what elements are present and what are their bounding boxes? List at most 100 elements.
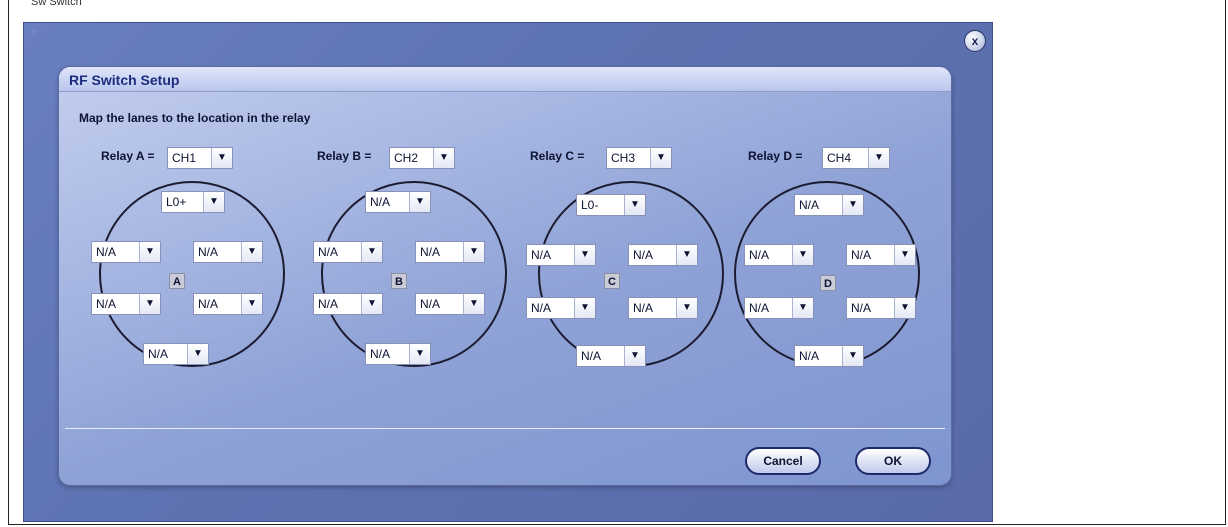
chevron-down-icon: ▼ <box>792 245 813 265</box>
relay-c-lower-left-value: N/A <box>531 301 552 315</box>
relay-c-lower-right-select[interactable]: N/A ▼ <box>628 297 698 319</box>
chevron-down-icon: ▼ <box>624 346 645 366</box>
chevron-down-icon: ▼ <box>676 245 697 265</box>
relay-d-upper-left-value: N/A <box>749 248 770 262</box>
chevron-down-icon: ▼ <box>894 298 915 318</box>
relay-b-top-value: N/A <box>370 195 391 209</box>
relay-b-bottom-value: N/A <box>370 347 391 361</box>
chevron-down-icon: ▼ <box>241 294 262 314</box>
close-button[interactable]: x <box>964 30 986 52</box>
relay-c-label: Relay C = <box>530 149 585 163</box>
chevron-down-icon: ▼ <box>211 148 232 168</box>
relay-d-channel-select[interactable]: CH4 ▼ <box>822 147 890 169</box>
chevron-down-icon: ▼ <box>792 298 813 318</box>
chevron-down-icon: ▼ <box>139 294 160 314</box>
relay-d-upper-right-select[interactable]: N/A ▼ <box>846 244 916 266</box>
grip-icon: ⁘ <box>30 27 39 38</box>
relay-a-bottom-select[interactable]: N/A ▼ <box>143 343 209 365</box>
relay-a-tag: A <box>169 273 185 289</box>
chevron-down-icon: ▼ <box>139 242 160 262</box>
relay-b-channel-select[interactable]: CH2 ▼ <box>389 147 455 169</box>
window-frame: Sw Switch ⁘ x RF Switch Setup Map the la… <box>8 0 1226 525</box>
relay-a-label: Relay A = <box>101 149 155 163</box>
relay-d-lower-left-select[interactable]: N/A ▼ <box>744 297 814 319</box>
relay-d-top-select[interactable]: N/A ▼ <box>794 194 864 216</box>
chevron-down-icon: ▼ <box>574 245 595 265</box>
relay-a-channel-select[interactable]: CH1 ▼ <box>167 147 233 169</box>
rf-switch-dialog: RF Switch Setup Map the lanes to the loc… <box>58 66 952 486</box>
relay-d-label: Relay D = <box>748 149 803 163</box>
relay-a-lower-left-select[interactable]: N/A ▼ <box>91 293 161 315</box>
relay-b-channel-value: CH2 <box>394 151 419 165</box>
relay-d-bottom-select[interactable]: N/A ▼ <box>794 345 864 367</box>
chevron-down-icon: ▼ <box>676 298 697 318</box>
relay-a-top-select[interactable]: L0+ ▼ <box>161 191 225 213</box>
relay-c-channel-value: CH3 <box>611 151 636 165</box>
relay-c-top-select[interactable]: L0- ▼ <box>576 194 646 216</box>
relay-b-top-select[interactable]: N/A ▼ <box>365 191 431 213</box>
chevron-down-icon: ▼ <box>409 344 430 364</box>
relay-c-upper-left-select[interactable]: N/A ▼ <box>526 244 596 266</box>
chevron-down-icon: ▼ <box>433 148 454 168</box>
cancel-button[interactable]: Cancel <box>745 447 821 475</box>
chevron-down-icon: ▼ <box>463 294 484 314</box>
dialog-title: RF Switch Setup <box>69 72 180 88</box>
relay-c-bottom-value: N/A <box>581 349 602 363</box>
chevron-down-icon: ▼ <box>624 195 645 215</box>
relay-b-bottom-select[interactable]: N/A ▼ <box>365 343 431 365</box>
relay-a-bottom-value: N/A <box>148 347 169 361</box>
chevron-down-icon: ▼ <box>650 148 671 168</box>
relay-b-upper-left-value: N/A <box>318 245 339 259</box>
relay-a-lower-right-value: N/A <box>198 297 219 311</box>
dialog-title-bar: RF Switch Setup <box>59 67 951 92</box>
relay-c-lower-right-value: N/A <box>633 301 654 315</box>
relay-a-upper-left-select[interactable]: N/A ▼ <box>91 241 161 263</box>
chevron-down-icon: ▼ <box>187 344 208 364</box>
chevron-down-icon: ▼ <box>203 192 224 212</box>
relay-c-channel-select[interactable]: CH3 ▼ <box>606 147 672 169</box>
relay-a-channel-value: CH1 <box>172 151 197 165</box>
relay-d-bottom-value: N/A <box>799 349 820 363</box>
relay-a: Relay A = CH1 ▼ L0+ ▼ N/A ▼ N/A ▼ A N/A … <box>81 147 291 377</box>
relay-c-top-value: L0- <box>581 198 599 212</box>
relay-d-channel-value: CH4 <box>827 151 852 165</box>
relay-b-lower-left-select[interactable]: N/A ▼ <box>313 293 383 315</box>
chevron-down-icon: ▼ <box>241 242 262 262</box>
relay-c-upper-right-select[interactable]: N/A ▼ <box>628 244 698 266</box>
relay-d-tag: D <box>820 275 836 291</box>
relay-c-tag: C <box>604 273 620 289</box>
chevron-down-icon: ▼ <box>842 346 863 366</box>
relay-b-lower-left-value: N/A <box>318 297 339 311</box>
chevron-down-icon: ▼ <box>842 195 863 215</box>
relay-c-bottom-select[interactable]: N/A ▼ <box>576 345 646 367</box>
instruction-text: Map the lanes to the location in the rel… <box>79 111 311 125</box>
relay-a-upper-left-value: N/A <box>96 245 117 259</box>
relay-b: Relay B = CH2 ▼ N/A ▼ N/A ▼ N/A ▼ B N/A … <box>303 147 513 377</box>
relay-b-tag: B <box>391 273 407 289</box>
relay-d-lower-right-select[interactable]: N/A ▼ <box>846 297 916 319</box>
chevron-down-icon: ▼ <box>361 242 382 262</box>
relay-a-top-value: L0+ <box>166 195 187 209</box>
chevron-down-icon: ▼ <box>409 192 430 212</box>
window-title: Sw Switch <box>31 0 82 8</box>
relay-b-upper-right-value: N/A <box>420 245 441 259</box>
relay-a-upper-right-value: N/A <box>198 245 219 259</box>
relay-a-lower-left-value: N/A <box>96 297 117 311</box>
relay-a-lower-right-select[interactable]: N/A ▼ <box>193 293 263 315</box>
relay-d-upper-left-select[interactable]: N/A ▼ <box>744 244 814 266</box>
relay-b-upper-left-select[interactable]: N/A ▼ <box>313 241 383 263</box>
chevron-down-icon: ▼ <box>361 294 382 314</box>
relay-d-top-value: N/A <box>799 198 820 212</box>
relay-d-upper-right-value: N/A <box>851 248 872 262</box>
relay-c: Relay C = CH3 ▼ L0- ▼ N/A ▼ N/A ▼ C N/A … <box>520 147 730 377</box>
relay-c-lower-left-select[interactable]: N/A ▼ <box>526 297 596 319</box>
relay-b-upper-right-select[interactable]: N/A ▼ <box>415 241 485 263</box>
relay-b-lower-right-select[interactable]: N/A ▼ <box>415 293 485 315</box>
relay-b-lower-right-value: N/A <box>420 297 441 311</box>
relay-c-upper-right-value: N/A <box>633 248 654 262</box>
relay-a-upper-right-select[interactable]: N/A ▼ <box>193 241 263 263</box>
ok-button[interactable]: OK <box>855 447 931 475</box>
relay-d-lower-left-value: N/A <box>749 301 770 315</box>
divider <box>65 428 945 429</box>
chevron-down-icon: ▼ <box>463 242 484 262</box>
